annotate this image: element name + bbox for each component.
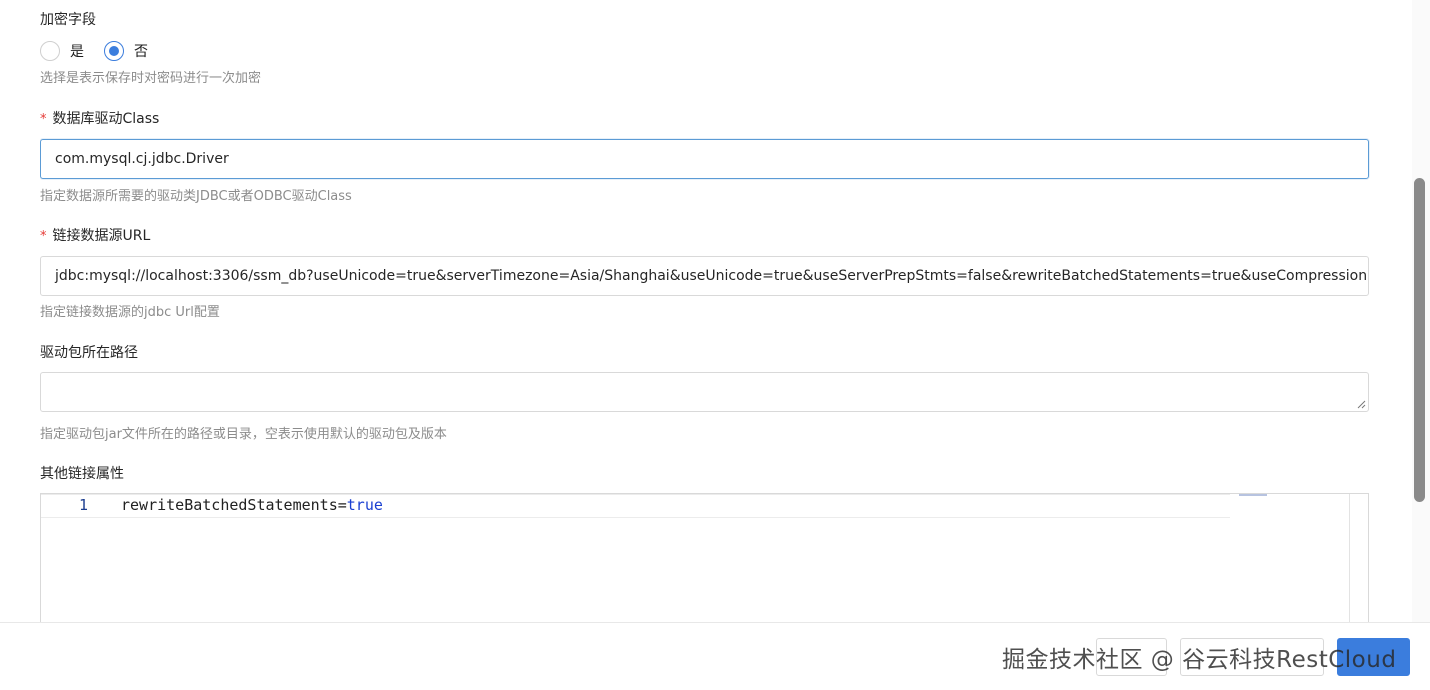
code-line[interactable]: rewriteBatchedStatements=true — [121, 496, 383, 514]
line-number: 1 — [79, 496, 89, 514]
driver-class-label-row: * 数据库驱动Class — [40, 108, 159, 128]
encrypt-no-label: 否 — [134, 44, 148, 60]
page-scrollbar-thumb[interactable] — [1414, 178, 1425, 502]
required-mark: * — [40, 112, 47, 127]
encrypt-yes-radio[interactable]: 是 — [40, 41, 84, 61]
driver-path-label: 驱动包所在路径 — [40, 345, 138, 361]
other-props-label: 其他链接属性 — [40, 466, 124, 482]
editor-minimap[interactable] — [1239, 494, 1267, 496]
encrypt-yes-label: 是 — [70, 44, 84, 60]
encrypt-field-label: 加密字段 — [40, 12, 96, 28]
driver-class-input[interactable]: com.mysql.cj.jdbc.Driver — [40, 139, 1369, 179]
driver-path-help: 指定驱动包jar文件所在的路径或目录，空表示使用默认的驱动包及版本 — [40, 427, 447, 442]
encrypt-no-radio[interactable]: 否 — [104, 41, 148, 61]
required-mark: * — [40, 229, 47, 244]
jdbc-url-help: 指定链接数据源的jdbc Url配置 — [40, 305, 220, 320]
driver-path-textarea[interactable] — [40, 372, 1369, 412]
code-value: true — [346, 496, 383, 514]
encrypt-radio-group: 是 否 — [40, 40, 168, 62]
driver-class-label: 数据库驱动Class — [52, 111, 160, 127]
datasource-form: 加密字段 是 否 选择是表示保存时对密码进行一次加密 * 数据库驱动Class c… — [40, 0, 1370, 622]
resize-handle-icon[interactable] — [1357, 400, 1366, 409]
radio-checked-icon[interactable] — [104, 41, 124, 61]
editor-scrollbar[interactable] — [1349, 494, 1350, 622]
radio-unchecked-icon[interactable] — [40, 41, 60, 61]
jdbc-url-input[interactable]: jdbc:mysql://localhost:3306/ssm_db?useUn… — [40, 256, 1369, 296]
other-props-code-editor[interactable]: 1 rewriteBatchedStatements=true — [40, 493, 1369, 622]
encrypt-field-help: 选择是表示保存时对密码进行一次加密 — [40, 71, 262, 86]
watermark: 掘金技术社区 @ 谷云科技RestCloud — [1002, 647, 1397, 673]
jdbc-url-label: 链接数据源URL — [52, 228, 151, 244]
jdbc-url-label-row: * 链接数据源URL — [40, 225, 150, 245]
code-key: rewriteBatchedStatements= — [121, 496, 347, 514]
driver-class-help: 指定数据源所需要的驱动类JDBC或者ODBC驱动Class — [40, 189, 352, 204]
